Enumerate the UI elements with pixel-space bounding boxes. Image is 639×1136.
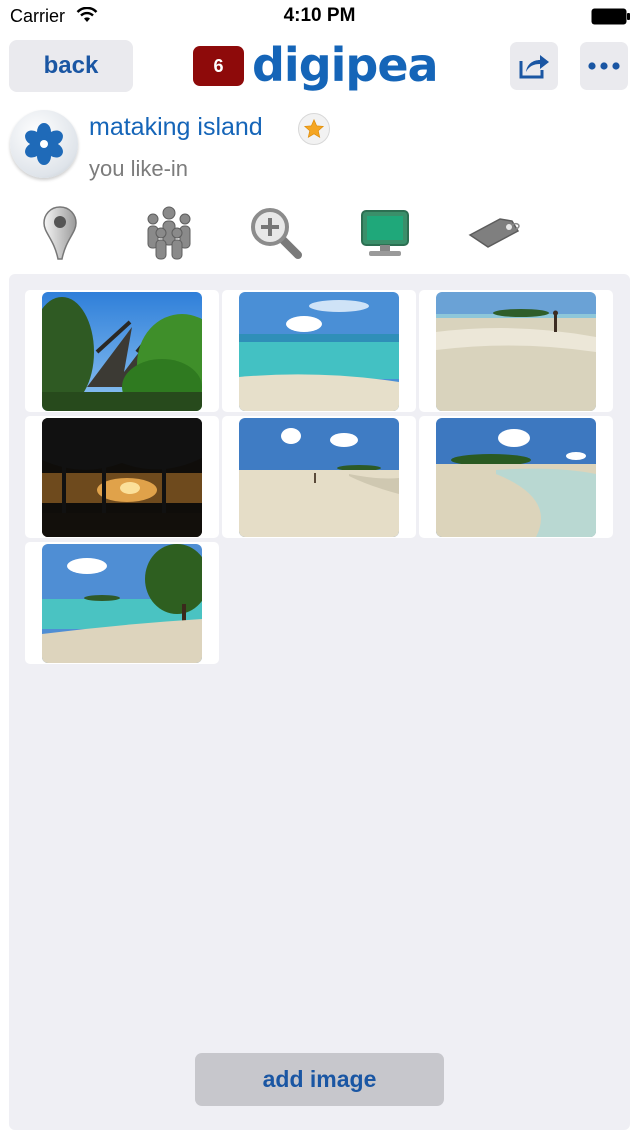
star-icon[interactable] xyxy=(298,113,330,145)
flower-icon xyxy=(25,123,63,165)
avatar[interactable] xyxy=(10,110,78,178)
photo-thumbnail xyxy=(239,292,399,411)
gallery-item[interactable] xyxy=(419,416,613,538)
monitor-icon[interactable] xyxy=(357,205,413,261)
photo-thumbnail xyxy=(239,418,399,537)
profile-name[interactable]: mataking island xyxy=(89,113,263,142)
photo-thumbnail xyxy=(436,418,596,537)
map-pin-icon[interactable] xyxy=(32,205,88,261)
photo-thumbnail xyxy=(42,418,202,537)
gallery-item[interactable] xyxy=(25,416,219,538)
gallery-item[interactable] xyxy=(25,542,219,664)
add-image-button[interactable]: add image xyxy=(195,1053,444,1106)
status-time: 4:10 PM xyxy=(283,5,356,26)
gallery-item[interactable] xyxy=(222,416,416,538)
tag-icon[interactable] xyxy=(466,205,522,261)
favorite-star-glyph xyxy=(303,118,325,139)
more-icon xyxy=(588,62,620,70)
photo-thumbnail xyxy=(42,544,202,663)
share-icon xyxy=(519,55,549,79)
profile-subtitle: you like-in xyxy=(89,156,189,181)
status-bar: Carrier 4:10 PM xyxy=(0,0,639,34)
notification-badge[interactable]: 6 xyxy=(193,46,244,86)
app-logo: digipea xyxy=(252,38,439,92)
back-button[interactable]: back xyxy=(9,40,133,92)
gallery-item[interactable] xyxy=(222,290,416,412)
gallery-panel: add image xyxy=(9,274,630,1130)
photo-thumbnail xyxy=(42,292,202,411)
more-button[interactable] xyxy=(580,42,628,90)
battery-icon xyxy=(591,8,630,25)
gallery-item[interactable] xyxy=(25,290,219,412)
share-button[interactable] xyxy=(510,42,558,90)
zoom-in-icon[interactable] xyxy=(248,205,304,261)
photo-thumbnail xyxy=(436,292,596,411)
gallery-item[interactable] xyxy=(419,290,613,412)
people-icon[interactable] xyxy=(141,205,197,261)
